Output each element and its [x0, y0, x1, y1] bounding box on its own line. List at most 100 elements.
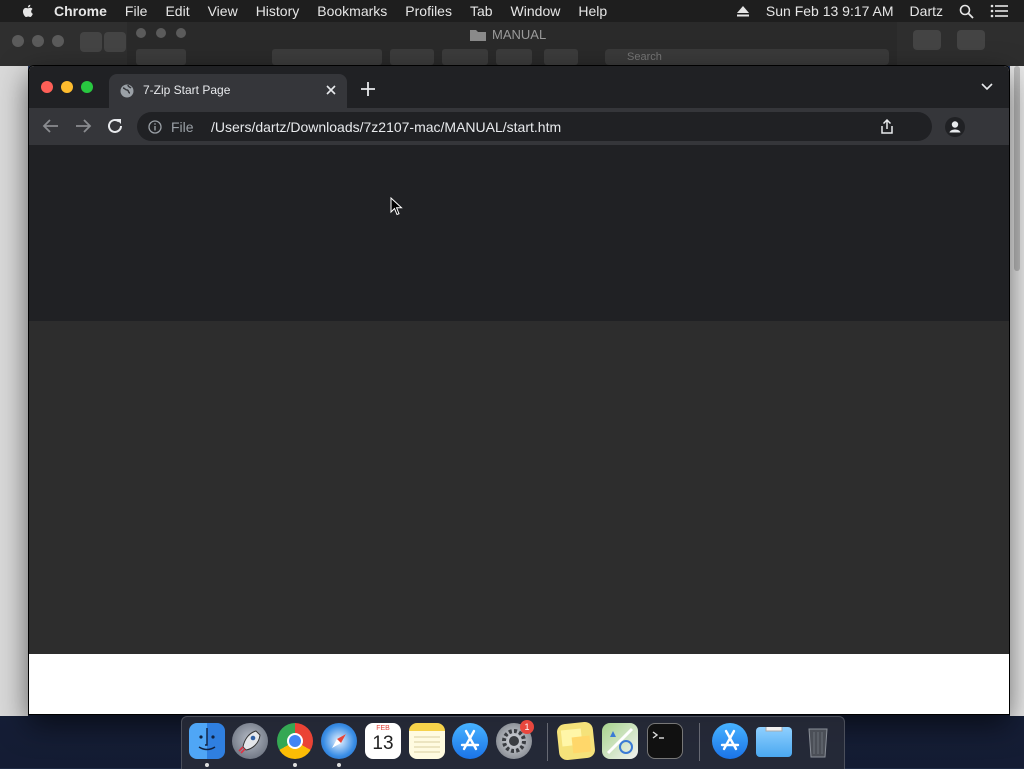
minimize-window-button[interactable]: [61, 81, 73, 93]
rocket-icon: [238, 730, 261, 754]
applications-a-icon: [720, 729, 740, 751]
safari-running-dot: [337, 763, 341, 767]
finder-view-mode-segment[interactable]: [272, 49, 382, 65]
folder-stack-icon: [765, 720, 783, 732]
finder-window-icon[interactable]: [957, 30, 985, 50]
address-scheme-label: File: [171, 119, 194, 135]
chrome-running-dot: [293, 763, 297, 767]
profile-avatar-icon[interactable]: [945, 117, 965, 137]
page-content-header: [29, 145, 1009, 321]
calendar-month: FEB: [376, 725, 390, 732]
menu-file[interactable]: File: [125, 3, 148, 19]
finder-back-button[interactable]: [80, 32, 102, 52]
close-window-button[interactable]: [41, 81, 53, 93]
downloads-folder-dock-icon[interactable]: [756, 720, 792, 757]
finder-share-icon[interactable]: [913, 30, 941, 50]
finder-search-input[interactable]: Search: [605, 49, 889, 65]
finder-nav-segment[interactable]: [136, 49, 186, 65]
tab-strip: 7-Zip Start Page: [29, 66, 1009, 108]
menu-help[interactable]: Help: [578, 3, 607, 19]
menu-history[interactable]: History: [256, 3, 300, 19]
trash-icon: [808, 728, 828, 758]
finder-face-icon: [198, 728, 216, 751]
finder-action-button[interactable]: [442, 49, 488, 65]
applications-folder-dock-icon[interactable]: [712, 723, 748, 759]
chrome-dock-icon[interactable]: [277, 723, 313, 759]
finder-zoom-button-2[interactable]: [176, 28, 186, 38]
finder-group-button[interactable]: [390, 49, 434, 65]
menu-app-name[interactable]: Chrome: [54, 3, 107, 19]
dock-separator: [547, 723, 548, 761]
background-window-right-edge: [1010, 66, 1024, 716]
finder-minimize-button-2[interactable]: [156, 28, 166, 38]
dock: FEB 13 1: [181, 716, 845, 769]
system-preferences-badge: 1: [520, 720, 534, 734]
trash-dock-icon[interactable]: [800, 723, 836, 759]
menu-tab[interactable]: Tab: [470, 3, 493, 19]
menu-bookmarks[interactable]: Bookmarks: [317, 3, 387, 19]
finder-close-button[interactable]: [12, 35, 24, 47]
notes-lines-icon: [414, 736, 440, 753]
notes-dock-icon[interactable]: [409, 723, 445, 759]
finder-window: MANUAL Search: [0, 22, 1024, 66]
finder-dock-icon[interactable]: [189, 723, 225, 759]
back-arrow-icon[interactable]: [42, 117, 60, 135]
reload-icon[interactable]: [106, 117, 124, 135]
finder-title-text: MANUAL: [492, 27, 547, 42]
page-content-footer: [29, 654, 1009, 714]
share-icon[interactable]: [880, 119, 894, 135]
finder-forward-button[interactable]: [104, 32, 126, 52]
mouse-cursor-icon: [390, 197, 403, 216]
apple-menu-icon[interactable]: [20, 3, 36, 19]
finder-zoom-button[interactable]: [52, 35, 64, 47]
launchpad-dock-icon[interactable]: [232, 723, 268, 759]
menu-window[interactable]: Window: [511, 3, 561, 19]
app-store-a-icon: [460, 729, 480, 751]
tab-title: 7-Zip Start Page: [143, 83, 231, 97]
maps-dock-icon[interactable]: [602, 723, 638, 759]
finder-minimize-button[interactable]: [32, 35, 44, 47]
info-icon[interactable]: [148, 120, 162, 134]
menu-edit[interactable]: Edit: [165, 3, 189, 19]
safari-dock-icon[interactable]: [321, 723, 357, 759]
calendar-day: 13: [372, 733, 394, 754]
calendar-dock-icon[interactable]: FEB 13: [365, 723, 401, 759]
app-store-dock-icon[interactable]: [452, 723, 488, 759]
compass-icon: [332, 734, 346, 748]
menu-profiles[interactable]: Profiles: [405, 3, 452, 19]
finder-running-dot: [205, 763, 209, 767]
background-window-left-edge: [0, 66, 28, 716]
folder-icon: [470, 29, 486, 41]
terminal-dock-icon[interactable]: [647, 723, 683, 759]
tab-7zip-start-page[interactable]: 7-Zip Start Page: [109, 74, 347, 108]
chrome-window: 7-Zip Start Page File /Users/dartz/Downl…: [29, 66, 1009, 714]
finder-share-button[interactable]: [496, 49, 532, 65]
address-url[interactable]: /Users/dartz/Downloads/7z2107-mac/MANUAL…: [211, 119, 561, 135]
globe-icon: [120, 84, 134, 98]
dock-separator-2: [699, 723, 700, 761]
tab-search-chevron-icon[interactable]: [981, 83, 993, 91]
tab-close-icon[interactable]: [323, 82, 339, 98]
map-pin-icon: [606, 727, 634, 755]
notification-center-icon[interactable]: [990, 4, 1008, 18]
page-content-body: [29, 321, 1009, 654]
terminal-prompt-icon: [652, 731, 664, 739]
zoom-window-button[interactable]: [81, 81, 93, 93]
forward-arrow-icon[interactable]: [74, 117, 92, 135]
menu-clock[interactable]: Sun Feb 13 9:17 AM: [766, 3, 894, 19]
finder-tag-button[interactable]: [544, 49, 578, 65]
new-tab-icon[interactable]: [360, 81, 376, 97]
menu-view[interactable]: View: [208, 3, 238, 19]
spotlight-search-icon[interactable]: [959, 4, 974, 19]
menu-bar: Chrome File Edit View History Bookmarks …: [0, 0, 1024, 22]
menu-user[interactable]: Dartz: [910, 3, 943, 19]
address-bar[interactable]: File /Users/dartz/Downloads/7z2107-mac/M…: [137, 112, 932, 141]
stickies-dock-icon[interactable]: [556, 721, 596, 761]
eject-icon[interactable]: [736, 5, 750, 17]
finder-title: MANUAL: [470, 27, 546, 42]
finder-close-button-2[interactable]: [136, 28, 146, 38]
sticky-note-icon: [560, 728, 592, 754]
background-scrollbar[interactable]: [1014, 66, 1020, 271]
chrome-logo-icon: [287, 733, 303, 749]
browser-toolbar: File /Users/dartz/Downloads/7z2107-mac/M…: [29, 108, 1009, 145]
